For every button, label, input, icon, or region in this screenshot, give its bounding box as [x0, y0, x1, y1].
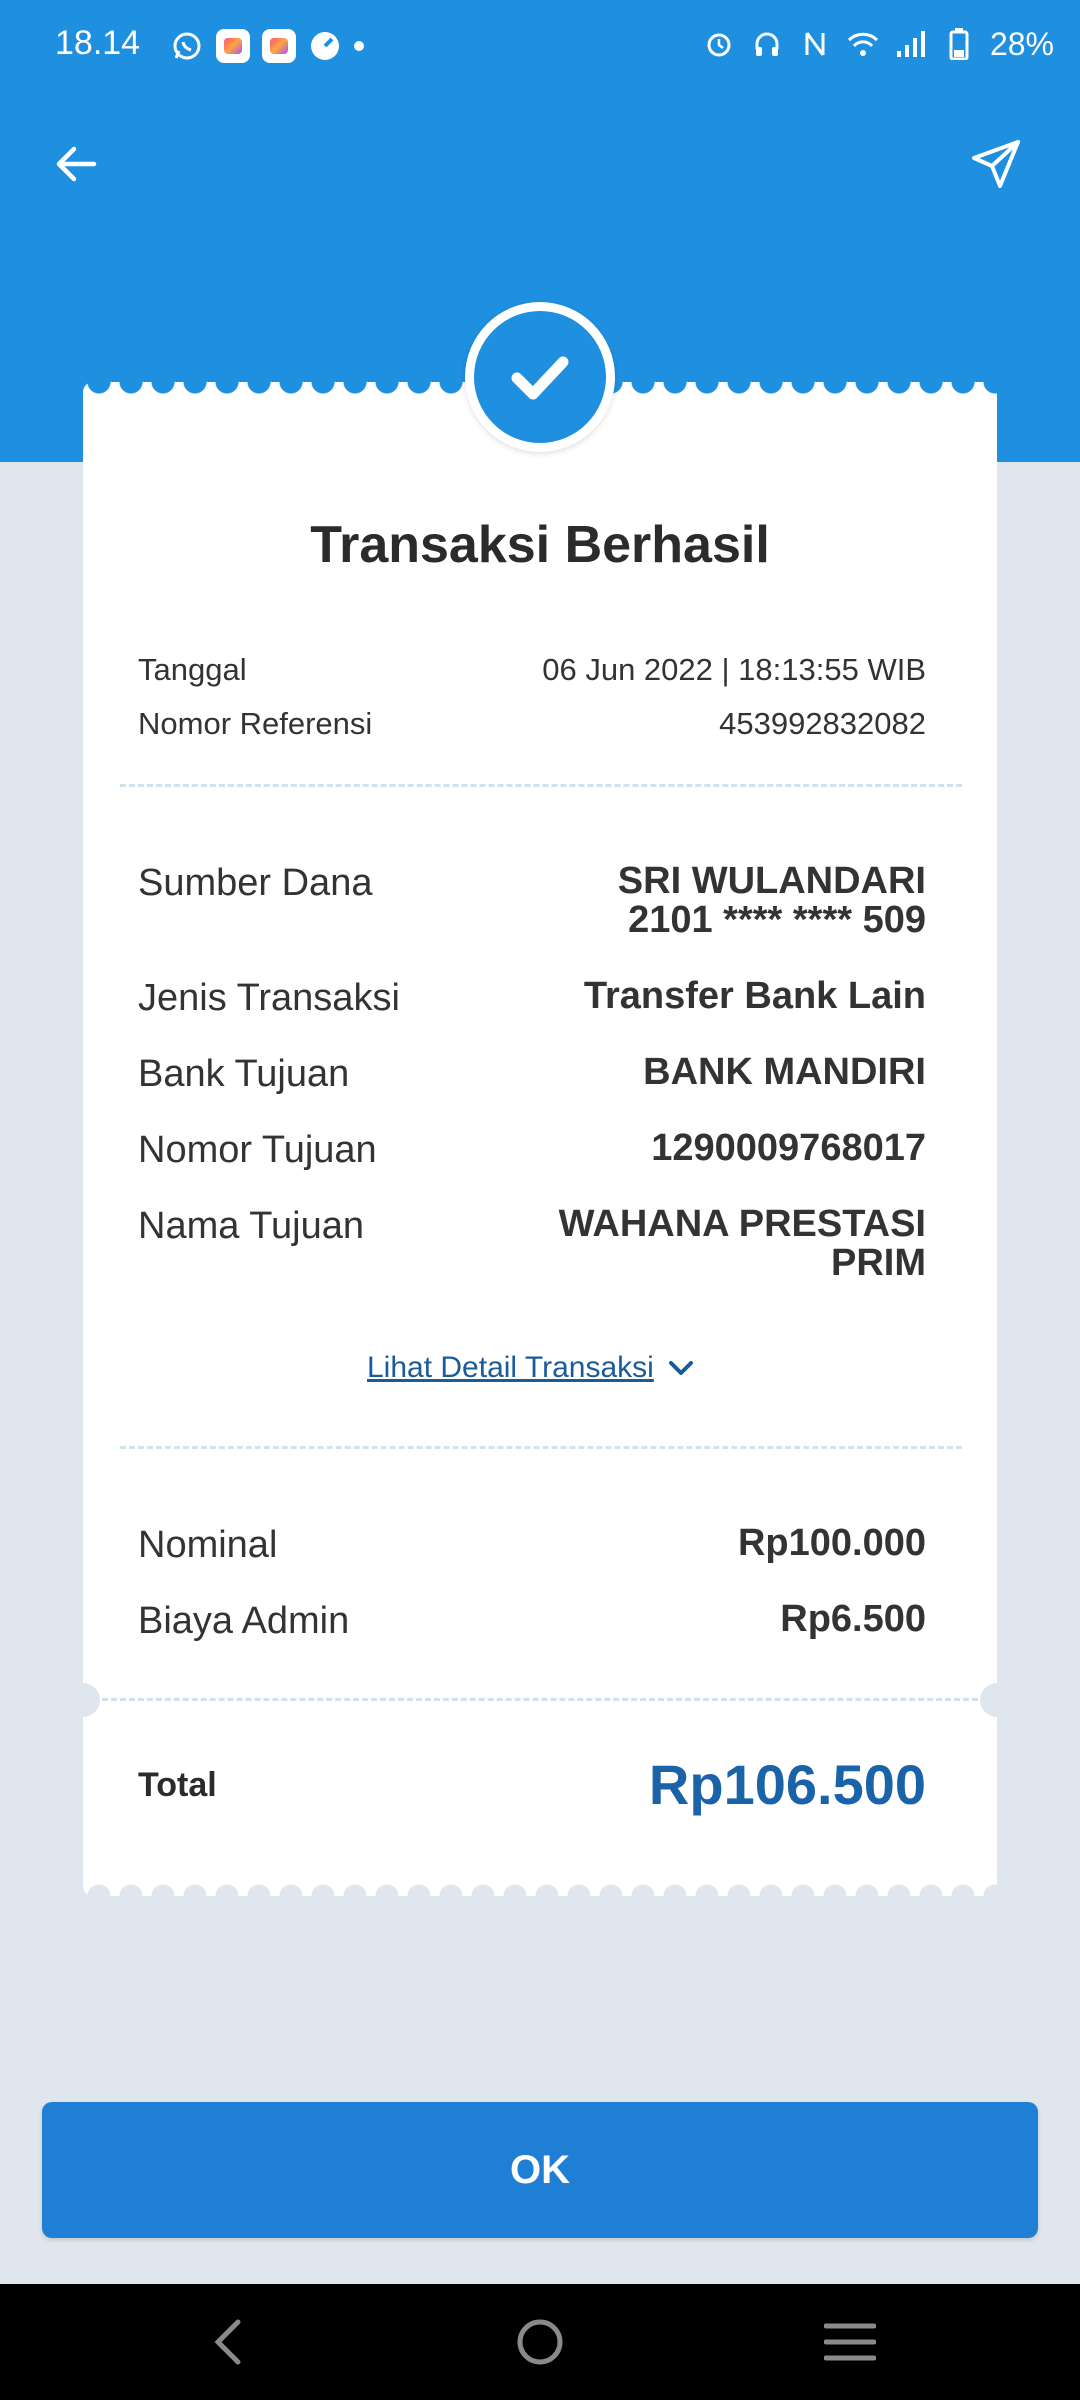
- dashed-divider: [120, 1446, 962, 1449]
- send-icon: [972, 140, 1020, 188]
- nominal-value: Rp100.000: [737, 1522, 926, 1564]
- nav-back-button[interactable]: [198, 2312, 258, 2372]
- page-title: Transaksi Berhasil: [310, 516, 770, 574]
- checkmark-icon: [511, 356, 569, 400]
- detail-row-account: Nomor Tujuan 1290009768017: [138, 1129, 926, 1172]
- total-label: Total: [138, 1766, 217, 1804]
- menu-icon: [824, 2323, 876, 2361]
- battery-icon: [942, 27, 976, 61]
- view-details-label: Lihat Detail Transaksi: [367, 1351, 654, 1384]
- whatsapp-icon: [170, 29, 204, 63]
- status-time: 18.14: [55, 24, 141, 62]
- more-notifications-dot: [354, 41, 364, 51]
- dashed-divider: [102, 1698, 978, 1701]
- bank-value: BANK MANDIRI: [643, 1051, 926, 1093]
- reference-label: Nomor Referensi: [138, 706, 373, 741]
- detail-row-bank: Bank Tujuan BANK MANDIRI: [138, 1053, 926, 1096]
- bank-label: Bank Tujuan: [138, 1053, 350, 1095]
- admin-fee-row: Biaya Admin Rp6.500: [138, 1600, 926, 1643]
- nav-menu-button[interactable]: [820, 2312, 880, 2372]
- nfc-icon: [798, 27, 832, 61]
- detail-row-name: Nama Tujuan WAHANA PRESTASI PRIM: [138, 1205, 926, 1283]
- system-navigation-bar: [0, 2284, 1080, 2400]
- ok-button[interactable]: OK: [42, 2102, 1038, 2238]
- detail-row-type: Jenis Transaksi Transfer Bank Lain: [138, 977, 926, 1020]
- type-label: Jenis Transaksi: [138, 977, 400, 1019]
- view-details-link[interactable]: Lihat Detail Transaksi: [367, 1345, 713, 1391]
- share-button[interactable]: [956, 124, 1036, 204]
- date-row: Tanggal 06 Jun 2022 | 18:13:55 WIB: [138, 652, 926, 688]
- back-button[interactable]: [36, 124, 116, 204]
- wifi-icon: [846, 27, 880, 61]
- account-value: 1290009768017: [651, 1127, 926, 1169]
- date-label: Tanggal: [138, 652, 247, 687]
- recipient-label: Nama Tujuan: [138, 1205, 365, 1247]
- arrow-left-icon: [56, 146, 97, 182]
- status-bar: 18.14 28%: [0, 0, 1080, 90]
- source-value: SRI WULANDARI 2101 **** **** 509: [617, 860, 926, 941]
- receipt-notch: [66, 1683, 100, 1717]
- home-circle-icon: [517, 2319, 563, 2365]
- app-notification-icon: [216, 29, 250, 63]
- total-value: Rp106.500: [648, 1753, 926, 1816]
- notification-icons: [170, 26, 364, 66]
- nav-home-button[interactable]: [510, 2312, 570, 2372]
- nominal-row: Nominal Rp100.000: [138, 1524, 926, 1567]
- chevron-left-icon: [214, 2319, 241, 2365]
- alarm-icon: [702, 27, 736, 61]
- headphones-icon: [750, 27, 784, 61]
- dashed-divider: [120, 784, 962, 787]
- battery-percentage: 28%: [989, 25, 1054, 62]
- chevron-down-icon: [668, 1361, 693, 1375]
- success-badge: [465, 302, 615, 452]
- recipient-value: WAHANA PRESTASI PRIM: [558, 1203, 926, 1284]
- receipt-notch: [980, 1683, 1014, 1717]
- admin-fee-label: Biaya Admin: [138, 1600, 350, 1642]
- signal-icon: [894, 27, 928, 61]
- source-label: Sumber Dana: [138, 862, 373, 904]
- reference-row: Nomor Referensi 453992832082: [138, 706, 926, 742]
- system-icons: 28%: [702, 24, 1054, 64]
- detail-row-source: Sumber Dana SRI WULANDARI 2101 **** ****…: [138, 862, 926, 940]
- date-value: 06 Jun 2022 | 18:13:55 WIB: [542, 652, 926, 687]
- nominal-label: Nominal: [138, 1524, 278, 1566]
- admin-fee-value: Rp6.500: [780, 1598, 926, 1640]
- reference-value: 453992832082: [719, 706, 926, 741]
- app-notification-icon: [262, 29, 296, 63]
- gauge-icon: [308, 29, 342, 63]
- account-label: Nomor Tujuan: [138, 1129, 377, 1171]
- type-value: Transfer Bank Lain: [583, 975, 926, 1017]
